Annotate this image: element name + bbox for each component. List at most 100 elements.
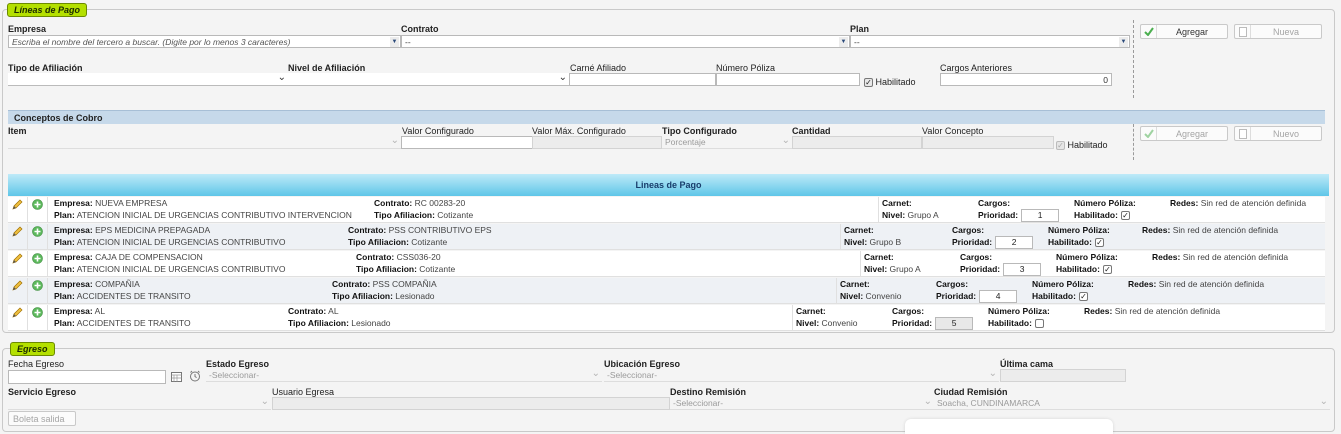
table-row: Empresa: NUEVA EMPRESA Plan: ATENCION INI… [8,197,1325,223]
contrato-cell: Contrato: PSS COMPAÑIA [332,279,437,289]
empresa-cell: Empresa: CAJA DE COMPENSACION [54,252,203,262]
numero-poliza-cell: Número Póliza: [1032,279,1094,289]
habilitado-check[interactable]: ✓ Habilitado [864,77,916,88]
pencil-icon[interactable] [12,307,23,320]
checkbox-checked[interactable]: ✓ [1120,211,1130,221]
grid-header: Lineas de Pago [8,174,1329,196]
cargos-cell: Cargos: [936,279,969,289]
habilitado-cell: Habilitado: [988,318,1044,329]
pencil-icon[interactable] [12,280,23,293]
plan-value: -- [854,37,860,47]
empresa-cell: Empresa: COMPAÑIA [54,279,140,289]
carne-input[interactable] [569,73,716,86]
tipo-afiliacion-label: Tipo de Afiliación [8,63,83,73]
add-column [28,278,48,304]
fecha-egreso-label: Fecha Egreso [8,359,65,369]
plus-circle-icon[interactable] [32,280,43,293]
prioridad-input[interactable]: 3 [1003,263,1042,276]
chevron-down-icon[interactable]: ⌄ [278,73,286,83]
contrato-cell: Contrato: PSS CONTRIBUTIVO EPS [348,225,492,235]
document-icon [1235,127,1251,140]
alarm-clock-icon[interactable] [189,370,201,384]
add-column [28,197,48,223]
table-row: Empresa: COMPAÑIA Plan: ACCIDENTES DE TRA… [8,278,1325,304]
conceptos-agregar-button[interactable]: Agregar [1140,126,1228,141]
tipo-afiliacion-cell: Tipo Afiliacion: Lesionado [332,291,435,301]
add-column [28,305,48,331]
plus-circle-icon[interactable] [32,226,43,239]
habilitado-cell: Habilitado: ✓ [1056,264,1112,275]
carnet-cell: Carnet: [796,306,826,316]
nivel-cell: Nivel: Convenio [796,318,858,328]
conceptos-nuevo-button[interactable]: Nuevo [1234,126,1322,141]
contrato-value: -- [405,37,411,47]
checkbox-checked[interactable]: ✓ [1102,265,1112,275]
prioridad-input[interactable]: 4 [979,290,1018,303]
tipo-configurado-select: Porcentaje ⌄ [662,136,792,149]
chevron-down-icon[interactable]: ▼ [1119,37,1128,47]
edit-column [8,197,28,223]
calendar-icon[interactable] [171,372,182,384]
nivel-afiliacion-select[interactable]: ⌄ [288,73,569,86]
plan-cell: Plan: ATENCION INICIAL DE URGENCIAS CONT… [54,210,352,220]
plan-cell: Plan: ACCIDENTES DE TRANSITO [54,291,191,301]
destino-remision-select: -Seleccionar- ⌄ [670,397,934,410]
checkbox-checked[interactable]: ✓ [864,78,873,88]
cargos-anteriores-input[interactable]: 0 [940,73,1112,86]
pencil-icon[interactable] [12,199,23,212]
checkbox-checked: ✓ [1056,141,1065,151]
plan-cell: Plan: ATENCION INICIAL DE URGENCIAS CONT… [54,264,286,274]
nivel-cell: Nivel: Grupo A [864,264,921,274]
cargos-cell: Cargos: [952,225,985,235]
ciudad-remision-select: Soacha, CUNDINAMARCA ⌄ [934,397,1330,410]
valor-max-label: Valor Máx. Configurado [532,126,626,136]
tipo-afiliacion-cell: Tipo Afiliacion: Lesionado [288,318,391,328]
floating-panel [905,419,1113,434]
empresa-input[interactable]: Escriba el nombre del tercero a buscar. … [8,35,401,48]
contrato-select[interactable]: -- ▼ [401,35,850,48]
habilitado-cell: Habilitado: ✓ [1032,291,1088,302]
valor-concepto-label: Valor Concepto [922,126,984,136]
plus-circle-icon[interactable] [32,199,43,212]
prioridad-cell: Prioridad: 3 [960,263,1042,276]
chevron-down-icon[interactable]: ⌄ [391,136,399,146]
fecha-egreso-input[interactable] [8,370,166,384]
habilitado-cell: Habilitado: ✓ [1048,237,1104,248]
cargos-anteriores-label: Cargos Anteriores [940,63,1013,73]
empresa-label: Empresa [8,24,47,34]
plus-circle-icon[interactable] [32,307,43,320]
tipo-afiliacion-cell: Tipo Afiliacion: Cotizante [348,237,448,247]
numero-poliza-input[interactable] [716,73,860,86]
contrato-label: Contrato [401,24,439,34]
prioridad-input[interactable]: 2 [995,236,1034,249]
servicio-egreso-select: ⌄ [8,397,271,410]
redes-cell: Redes: Sin red de atención definida [1128,279,1265,289]
pencil-icon[interactable] [12,226,23,239]
prioridad-input[interactable]: 1 [1021,209,1060,222]
plan-select[interactable]: -- ▼ [850,35,1130,48]
numero-poliza-cell: Número Póliza: [1048,225,1110,235]
checkbox-unchecked[interactable] [1034,319,1044,329]
nueva-button[interactable]: Nueva [1234,24,1322,39]
plan-label: Plan [850,24,870,34]
prioridad-input[interactable]: 5 [935,317,974,330]
prioridad-cell: Prioridad: 1 [978,209,1060,222]
carnet-cell: Carnet: [840,279,870,289]
valor-configurado-input[interactable] [401,136,533,149]
agregar-button[interactable]: Agregar [1140,24,1228,39]
tipo-afiliacion-select[interactable]: ⌄ [8,73,288,86]
chevron-down-icon[interactable]: ⌄ [559,73,567,83]
checkbox-checked[interactable]: ✓ [1078,292,1088,302]
item-select[interactable]: ⌄ [8,136,401,149]
plus-circle-icon[interactable] [32,253,43,266]
pencil-icon[interactable] [12,253,23,266]
chevron-down-icon[interactable]: ▼ [839,37,848,47]
check-icon [1141,25,1157,38]
chevron-down-icon: ⌄ [260,397,269,407]
empresa-placeholder: Escriba el nombre del tercero a buscar. … [12,37,291,47]
carne-label: Carné Afiliado [570,63,627,73]
usuario-egresa-input [272,397,670,410]
checkbox-checked[interactable]: ✓ [1094,238,1104,248]
chevron-down-icon[interactable]: ▼ [390,37,399,47]
divider [1133,124,1134,160]
